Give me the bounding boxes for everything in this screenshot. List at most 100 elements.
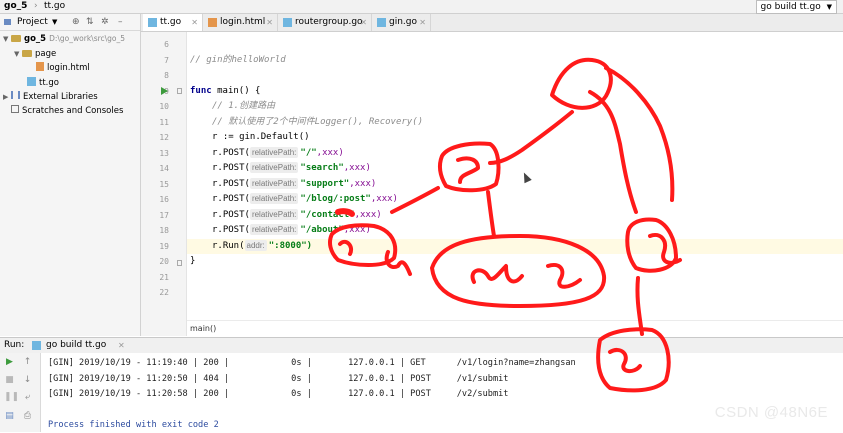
code-call: r.POST( xyxy=(212,179,250,189)
line-number: 19 xyxy=(159,242,169,251)
handler-arg: ,xxx) xyxy=(316,148,344,158)
line-number: 15 xyxy=(159,180,169,189)
close-icon[interactable]: ✕ xyxy=(191,14,198,31)
breadcrumb-function[interactable]: main() xyxy=(190,324,216,333)
soft-wrap-icon[interactable]: ⤶ xyxy=(22,392,33,403)
up-arrow-icon[interactable]: ↑ xyxy=(22,357,33,368)
library-icon xyxy=(11,91,20,99)
fold-icon[interactable] xyxy=(177,260,182,266)
breadcrumb-project[interactable]: go_5 xyxy=(4,0,27,13)
tab-login-html[interactable]: login.html ✕ xyxy=(203,14,278,31)
param-hint: relativePath: xyxy=(249,193,299,204)
code-call: r.Run( xyxy=(212,241,245,251)
code-line-9: func main() { xyxy=(190,84,260,99)
stop-icon[interactable]: ■ xyxy=(4,375,15,386)
pause-icon[interactable]: ❚❚ xyxy=(4,392,19,403)
go-file-icon xyxy=(283,18,292,27)
hide-icon[interactable]: – xyxy=(118,14,123,30)
gear-icon[interactable]: ✲ xyxy=(101,14,109,30)
keyword-func: func xyxy=(190,86,212,96)
html-file-icon xyxy=(36,62,44,71)
param-hint: relativePath: xyxy=(249,162,299,173)
chevron-right-icon: ▶ xyxy=(3,93,9,101)
code-line-16: r.POST(relativePath: "/blog/:post",xxx) xyxy=(212,192,398,207)
run-configuration-label: go build tt.go xyxy=(760,2,821,12)
run-configuration-select[interactable]: go build tt.go ▼ xyxy=(755,0,837,14)
navigation-bar: go_5 › tt.go go build tt.go ▼ xyxy=(0,0,843,14)
project-panel-title[interactable]: Project xyxy=(17,14,48,30)
tab-label: routergroup.go xyxy=(295,17,363,27)
tree-item-go5[interactable]: ▼ go_5 D:\go_work\src\go_5 xyxy=(3,32,125,46)
line-number: 22 xyxy=(159,288,169,297)
locate-icon[interactable]: ⊕ xyxy=(72,14,80,30)
route-string: "search" xyxy=(300,163,344,173)
html-file-icon xyxy=(208,18,217,27)
go-file-icon xyxy=(32,341,41,350)
tab-routergroup-go[interactable]: routergroup.go ✕ xyxy=(278,14,372,31)
line-number: 10 xyxy=(159,102,169,111)
go-file-icon xyxy=(148,18,157,27)
tree-item-path: D:\go_work\src\go_5 xyxy=(49,34,126,43)
code-call: r.POST( xyxy=(212,225,250,235)
run-tab[interactable]: go build tt.go xyxy=(46,338,106,353)
console-exit-line: Process finished with exit code 2 xyxy=(48,420,219,430)
close-icon[interactable]: ✕ xyxy=(419,14,426,31)
layout-icon[interactable]: ▤ xyxy=(4,411,15,422)
tree-item-scratches[interactable]: Scratches and Consoles xyxy=(11,104,123,118)
param-hint: relativePath: xyxy=(249,178,299,189)
tree-item-page[interactable]: ▼ page xyxy=(14,47,56,61)
down-arrow-icon[interactable]: ↓ xyxy=(22,375,33,386)
scratches-icon xyxy=(11,105,19,113)
tree-item-external-libraries[interactable]: ▶ External Libraries xyxy=(3,90,98,104)
chevron-down-icon: ▼ xyxy=(3,35,9,43)
code-line-7: // gin的helloWorld xyxy=(190,55,286,65)
rerun-icon[interactable]: ▶ xyxy=(4,357,15,368)
handler-arg: ,xxx) xyxy=(343,163,371,173)
close-icon[interactable]: ✕ xyxy=(360,14,367,31)
console-line: [GIN] 2019/10/19 - 11:20:58 | 200 | 0s |… xyxy=(48,389,509,399)
collapse-icon[interactable]: ⇅ xyxy=(86,14,94,30)
fold-icon[interactable] xyxy=(177,88,182,94)
breadcrumb-file[interactable]: tt.go xyxy=(44,0,65,13)
tab-tt-go[interactable]: tt.go ✕ xyxy=(143,14,203,31)
line-number: 17 xyxy=(159,211,169,220)
line-number: 7 xyxy=(164,56,169,65)
close-icon[interactable]: ✕ xyxy=(266,14,273,31)
tree-item-tt-go[interactable]: tt.go xyxy=(27,76,59,90)
mouse-cursor-icon xyxy=(520,170,532,184)
code-line-12: r := gin.Default() xyxy=(212,132,310,142)
route-string: "support" xyxy=(300,179,350,189)
param-hint: relativePath: xyxy=(249,224,299,235)
handler-arg: ,xxx) xyxy=(354,210,382,220)
code-line-15: r.POST(relativePath: "support",xxx) xyxy=(212,177,376,192)
close-icon[interactable]: ✕ xyxy=(118,338,125,353)
line-number: 13 xyxy=(159,149,169,158)
code-call: r.POST( xyxy=(212,163,250,173)
line-number: 11 xyxy=(159,118,169,127)
route-string: "/contact" xyxy=(300,210,355,220)
tree-item-label: login.html xyxy=(47,63,90,73)
route-string: "/blog/:post" xyxy=(300,194,371,204)
param-hint: addr: xyxy=(244,240,267,251)
code-editor[interactable]: // gin的helloWorld func main() { // 1.创建路… xyxy=(187,32,843,336)
project-tool-window: Project ▼ ⊕ ⇅ ✲ – ▼ go_5 D:\go_work\src\go… xyxy=(0,14,141,336)
handler-arg: ,xxx) xyxy=(343,225,371,235)
route-string: "/" xyxy=(300,148,317,158)
run-panel-header: Run: go build tt.go ✕ xyxy=(0,337,843,354)
code-line-13: r.POST(relativePath: "/",xxx) xyxy=(212,146,344,161)
go-file-icon xyxy=(27,77,36,86)
line-number: 16 xyxy=(159,195,169,204)
print-icon[interactable]: ⎙ xyxy=(22,411,33,422)
code-call: r.POST( xyxy=(212,148,250,158)
console-line: [GIN] 2019/10/19 - 11:20:50 | 404 | 0s |… xyxy=(48,374,509,384)
line-number: 12 xyxy=(159,133,169,142)
tab-gin-go[interactable]: gin.go ✕ xyxy=(372,14,431,31)
editor-tab-bar: tt.go ✕ login.html ✕ routergroup.go ✕ gin.g… xyxy=(141,14,843,32)
editor-breadcrumb[interactable]: main() xyxy=(187,320,843,337)
run-gutter-icon[interactable] xyxy=(161,87,168,95)
chevron-down-icon[interactable]: ▼ xyxy=(52,14,57,30)
line-number: 8 xyxy=(164,71,169,80)
route-string: "/about" xyxy=(300,225,344,235)
tree-item-login-html[interactable]: login.html xyxy=(36,61,90,75)
param-hint: relativePath: xyxy=(249,147,299,158)
